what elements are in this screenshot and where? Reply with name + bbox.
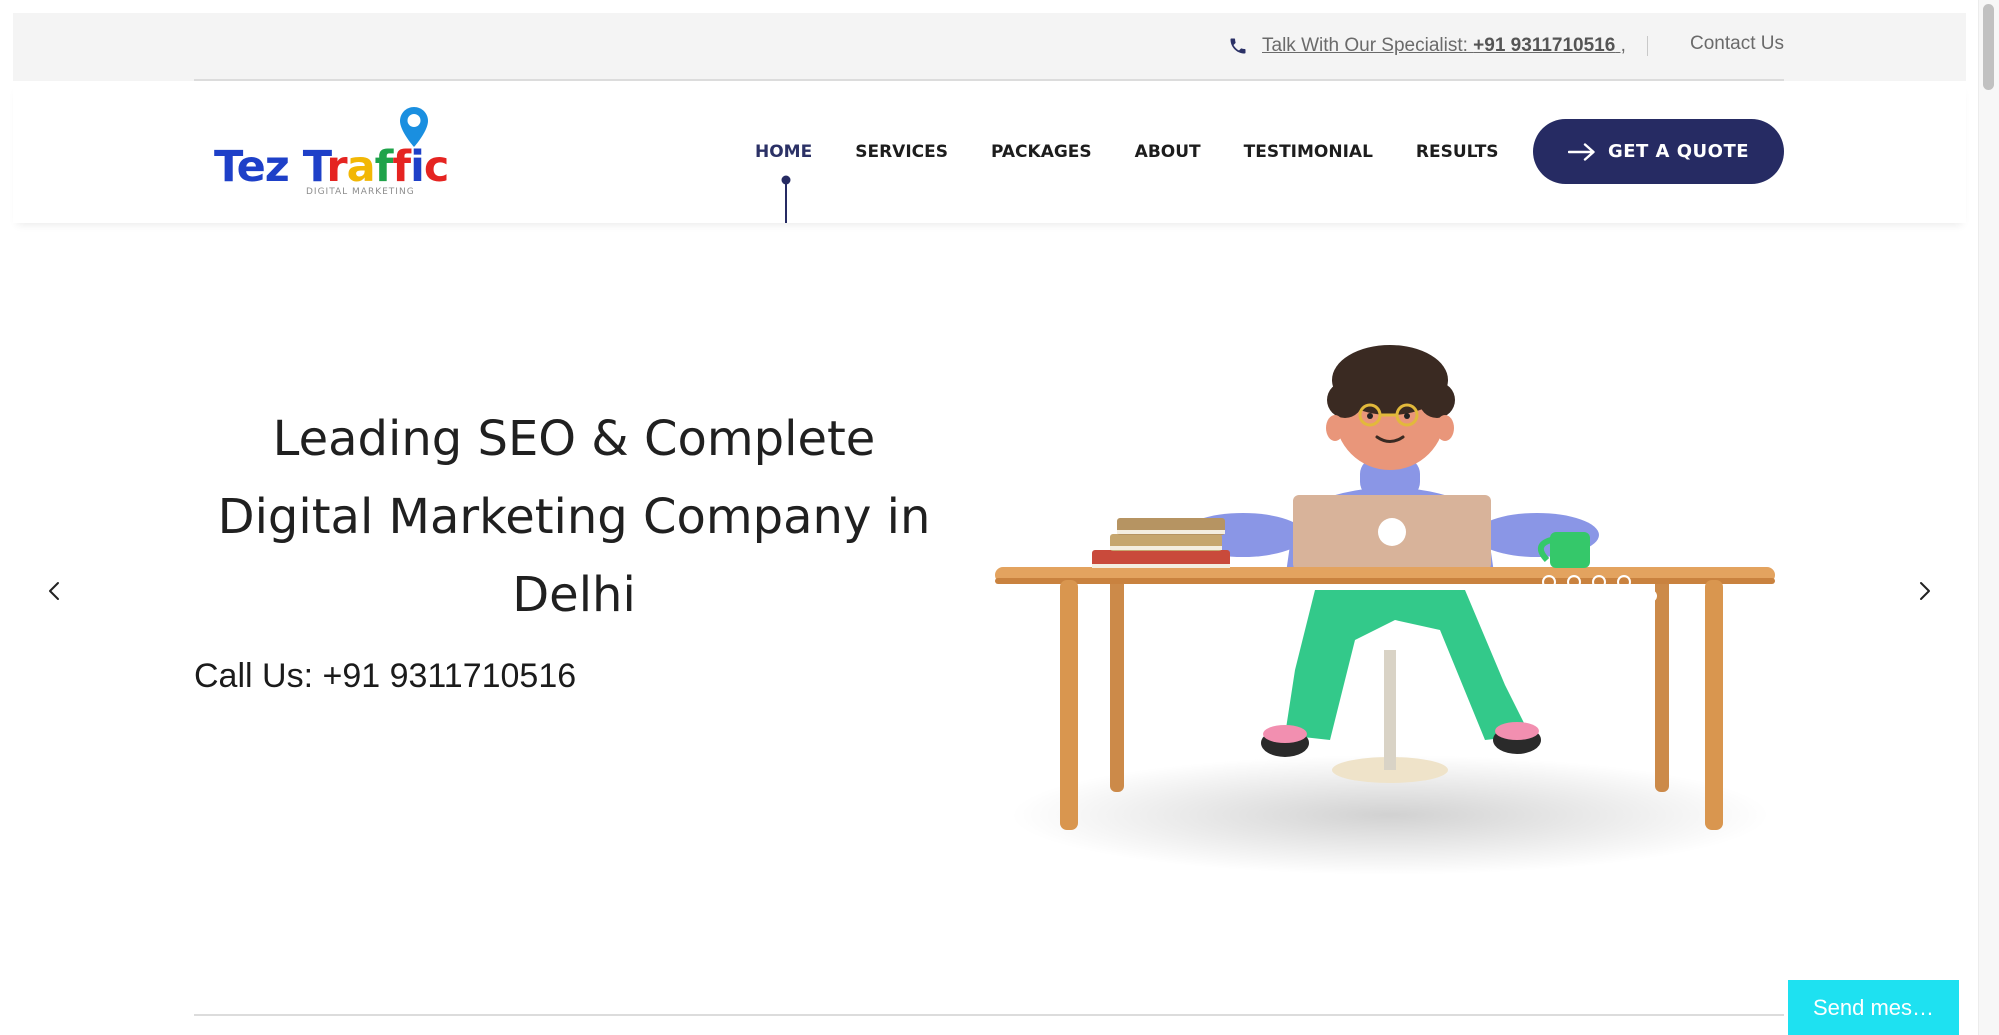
scrollbar-thumb[interactable] bbox=[1983, 4, 1994, 90]
specialist-prefix: Talk With Our Specialist: bbox=[1262, 35, 1474, 56]
hero-heading-line: Delhi bbox=[512, 567, 636, 623]
nav-active-indicator bbox=[781, 175, 791, 223]
logo-word-tez: Tez bbox=[214, 142, 290, 192]
nav-testimonial[interactable]: TESTIMONIAL bbox=[1244, 142, 1373, 162]
nav-services[interactable]: SERVICES bbox=[855, 142, 948, 162]
phone-icon bbox=[1230, 38, 1246, 54]
hero-heading-line: Leading SEO & Complete bbox=[272, 411, 876, 467]
call-us-text: Call Us: +91 9311710516 bbox=[194, 657, 577, 695]
logo-tagline: DIGITAL MARKETING bbox=[306, 187, 415, 197]
logo[interactable]: Tez Traffic DIGITAL MARKETING bbox=[214, 104, 449, 204]
logo-wordmark: Tez Traffic bbox=[214, 142, 450, 192]
arrow-right-icon bbox=[1567, 142, 1595, 161]
chevron-left-icon[interactable] bbox=[43, 579, 67, 603]
top-bar-separator bbox=[1647, 36, 1648, 56]
top-bar bbox=[13, 13, 1966, 81]
specialist-contact: Talk With Our Specialist: +91 9311710516… bbox=[1228, 28, 1626, 64]
get-a-quote-label: GET A QUOTE bbox=[1607, 141, 1750, 162]
nav-about[interactable]: ABOUT bbox=[1135, 142, 1201, 162]
contact-us-link[interactable]: Contact Us bbox=[1690, 33, 1784, 55]
hero-heading: Leading SEO & Complete Digital Marketing… bbox=[194, 400, 954, 634]
hero-illustration bbox=[995, 345, 1775, 875]
nav-results[interactable]: RESULTS bbox=[1416, 142, 1499, 162]
chevron-right-icon[interactable] bbox=[1912, 579, 1936, 603]
nav-packages[interactable]: PACKAGES bbox=[991, 142, 1092, 162]
scrollbar-track[interactable] bbox=[1978, 0, 1999, 1035]
hero-heading-line: Digital Marketing Company in bbox=[217, 489, 931, 545]
specialist-phone-link[interactable]: Talk With Our Specialist: +91 9311710516… bbox=[1262, 35, 1626, 57]
send-message-button[interactable]: Send mes… bbox=[1788, 980, 1959, 1035]
main-nav: HOME SERVICES PACKAGES ABOUT TESTIMONIAL… bbox=[755, 137, 1542, 167]
specialist-suffix: , bbox=[1615, 35, 1626, 56]
nav-home[interactable]: HOME bbox=[755, 142, 812, 162]
get-a-quote-button[interactable]: GET A QUOTE bbox=[1533, 119, 1784, 184]
specialist-phone-number: +91 9311710516 bbox=[1473, 35, 1616, 56]
logo-word-traffic: Traffic bbox=[302, 142, 450, 192]
section-divider bbox=[194, 1014, 1784, 1016]
